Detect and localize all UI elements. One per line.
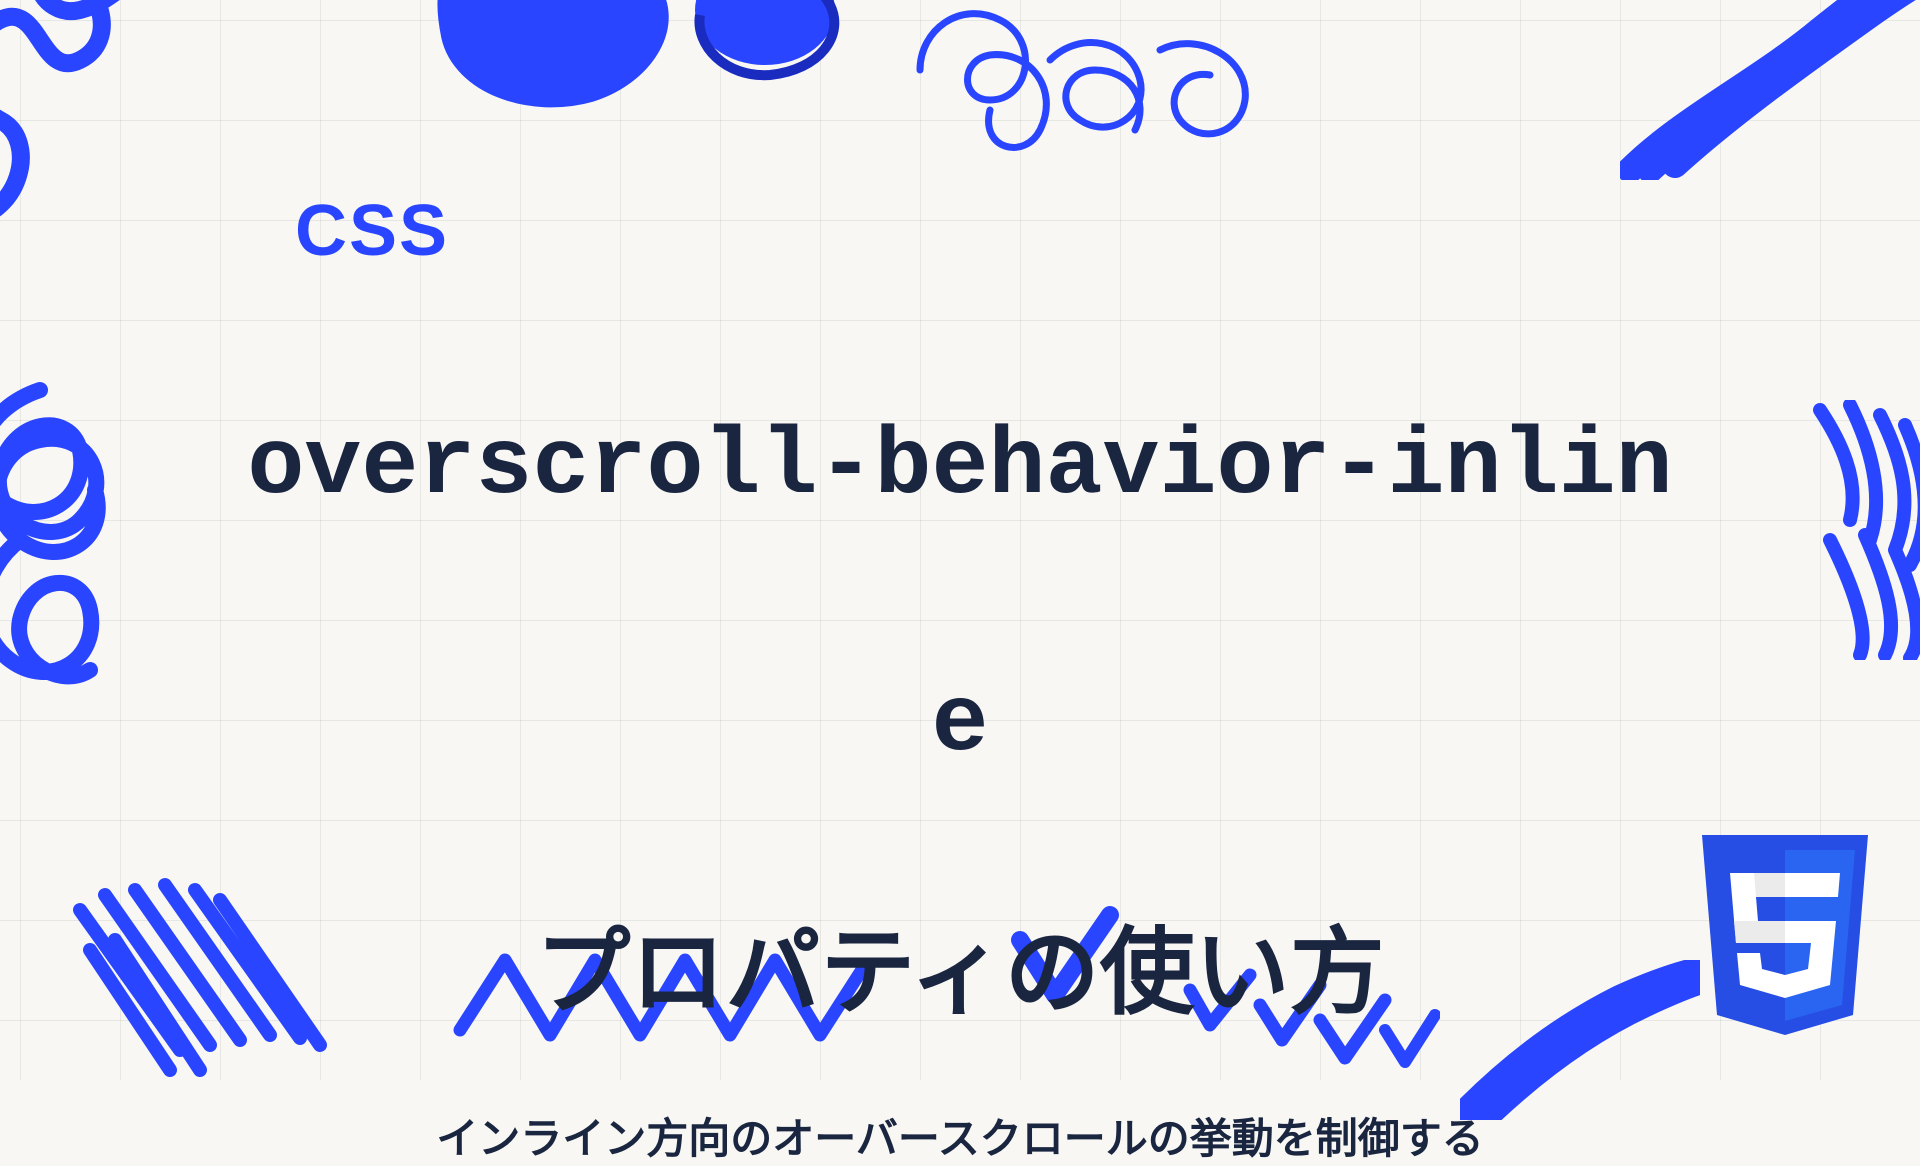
main-content: CSS overscroll-behavior-inlin e プロパティの使い… <box>0 190 1920 1166</box>
title-line-1: overscroll-behavior-inlin <box>247 413 1672 521</box>
page-subtitle: インライン方向のオーバースクロールの挙動を制御する <box>0 1105 1920 1166</box>
page-title: overscroll-behavior-inlin e プロパティの使い方 <box>0 275 1920 1045</box>
title-line-3: プロパティの使い方 <box>535 926 1384 1034</box>
css-category-label: CSS <box>295 190 449 272</box>
title-line-2: e <box>931 670 988 778</box>
css3-badge-icon <box>1690 835 1880 1050</box>
